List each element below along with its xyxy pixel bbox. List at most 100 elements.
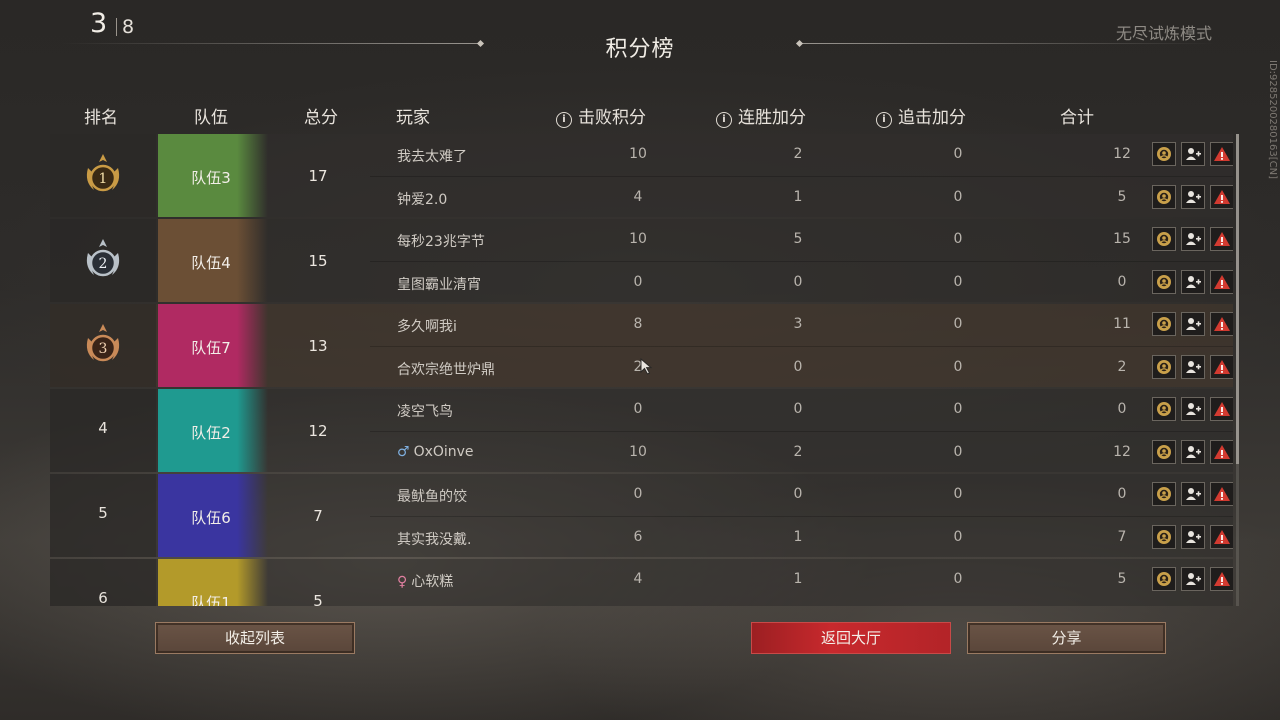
player-name: 最鱿鱼的饺 (397, 489, 467, 505)
add-friend-icon (1186, 191, 1201, 203)
header-chase-label: 追击加分 (898, 108, 966, 128)
player-name: 我去太难了 (397, 149, 467, 165)
add-friend-icon (1186, 318, 1201, 330)
add-friend-icon-button[interactable] (1181, 567, 1205, 591)
report-icon-button[interactable] (1210, 270, 1233, 294)
player-chase-score: 0 (953, 401, 963, 417)
report-icon-button[interactable] (1210, 482, 1233, 506)
add-friend-icon-button[interactable] (1181, 185, 1205, 209)
player-row[interactable]: ♀ 心软糕 4 1 0 5 (370, 559, 1233, 601)
collapse-list-button[interactable]: 收起列表 (155, 622, 355, 654)
report-icon (1214, 147, 1230, 161)
player-kill-score: 8 (633, 316, 643, 332)
player-row[interactable]: 我去太难了 10 2 0 12 (370, 134, 1233, 176)
header-total: 总分 (304, 108, 338, 128)
profile-icon-button[interactable] (1152, 525, 1176, 549)
player-row[interactable]: 合欢宗绝世炉鼎 2 0 0 2 (370, 346, 1233, 389)
player-name-cell: 凌空飞鸟 (397, 401, 453, 421)
player-name-cell: 钟爱2.0 (397, 189, 447, 209)
profile-icon-button[interactable] (1152, 567, 1176, 591)
team-block: 4 队伍2 12 凌空飞鸟 0 0 0 0 ♂ OxOinve 10 2 0 12 (50, 389, 1233, 474)
profile-icon-button[interactable] (1152, 270, 1176, 294)
add-friend-icon-button[interactable] (1181, 397, 1205, 421)
add-friend-icon-button[interactable] (1181, 270, 1205, 294)
report-icon-button[interactable] (1210, 525, 1233, 549)
back-to-lobby-button[interactable]: 返回大厅 (751, 622, 951, 654)
player-row[interactable]: ♂ OxOinve 10 2 0 12 (370, 431, 1233, 474)
player-row[interactable]: 钟爱2.0 4 1 0 5 (370, 176, 1233, 219)
profile-icon-button[interactable] (1152, 355, 1176, 379)
report-icon-button[interactable] (1210, 227, 1233, 251)
rank-number: 6 (98, 589, 108, 606)
player-kill-score: 4 (633, 189, 643, 205)
add-friend-icon-button[interactable] (1181, 355, 1205, 379)
report-icon-button[interactable] (1210, 440, 1233, 464)
profile-icon-button[interactable] (1152, 312, 1176, 336)
rank-cell: 2 (50, 219, 156, 302)
profile-icon (1157, 360, 1171, 374)
add-friend-icon-button[interactable] (1181, 440, 1205, 464)
player-streak-score: 2 (793, 146, 803, 162)
report-icon-button[interactable] (1210, 397, 1233, 421)
male-icon: ♂ (397, 444, 410, 460)
player-row[interactable]: 多久啊我i 8 3 0 11 (370, 304, 1233, 346)
total-rounds: 8 (122, 16, 135, 38)
profile-icon-button[interactable] (1152, 142, 1176, 166)
player-row[interactable]: 其实我没戴. 6 1 0 7 (370, 516, 1233, 559)
title-line-left (62, 43, 480, 44)
team-name: 队伍2 (191, 424, 231, 442)
profile-icon-button[interactable] (1152, 440, 1176, 464)
report-icon-button[interactable] (1210, 567, 1233, 591)
profile-icon-button[interactable] (1152, 482, 1176, 506)
player-sum-score: 15 (1113, 231, 1131, 247)
info-icon[interactable]: i (556, 112, 572, 128)
team-total-score: 15 (308, 252, 328, 270)
report-icon-button[interactable] (1210, 142, 1233, 166)
add-friend-icon-button[interactable] (1181, 482, 1205, 506)
add-friend-icon-button[interactable] (1181, 142, 1205, 166)
profile-icon-button[interactable] (1152, 397, 1176, 421)
info-icon[interactable]: i (876, 112, 892, 128)
scrollbar-thumb[interactable] (1236, 134, 1239, 464)
header-rank: 排名 (84, 108, 118, 128)
rank-medal-icon: 3 (86, 324, 120, 362)
add-friend-icon-button[interactable] (1181, 312, 1205, 336)
add-friend-icon-button[interactable] (1181, 227, 1205, 251)
profile-icon (1157, 232, 1171, 246)
report-icon (1214, 487, 1230, 501)
player-row[interactable]: 凌空飞鸟 0 0 0 0 (370, 389, 1233, 431)
player-id-label: ID:9285200280163[CN] (1267, 60, 1278, 179)
player-name: 多久啊我i (397, 319, 457, 335)
player-row[interactable]: 最鱿鱼的饺 0 0 0 0 (370, 474, 1233, 516)
player-sum-score: 12 (1113, 146, 1131, 162)
player-chase-score: 0 (953, 444, 963, 460)
report-icon (1214, 402, 1230, 416)
team-name: 队伍3 (191, 169, 231, 187)
report-icon-button[interactable] (1210, 185, 1233, 209)
player-streak-score: 1 (793, 529, 803, 545)
player-name: 钟爱2.0 (397, 192, 448, 208)
team-block: 3 队伍7 13 多久啊我i 8 3 0 11 合欢宗绝世炉鼎 2 0 0 2 (50, 304, 1233, 389)
player-name: 心软糕 (411, 574, 454, 590)
title-ornament-left (476, 39, 485, 48)
share-button[interactable]: 分享 (967, 622, 1166, 654)
player-row[interactable]: 每秒23兆字节 10 5 0 15 (370, 219, 1233, 261)
player-name-cell: ♀ 心软糕 (397, 571, 453, 591)
rank-cell: 6 (50, 559, 156, 606)
header-kill-label: 击败积分 (578, 108, 646, 128)
profile-icon-button[interactable] (1152, 227, 1176, 251)
profile-icon (1157, 147, 1171, 161)
player-name: 合欢宗绝世炉鼎 (397, 362, 495, 378)
header-streak-label: 连胜加分 (738, 108, 806, 128)
profile-icon-button[interactable] (1152, 185, 1176, 209)
report-icon-button[interactable] (1210, 312, 1233, 336)
rank-cell: 1 (50, 134, 156, 217)
player-sum-score: 0 (1117, 274, 1127, 290)
player-row[interactable]: 皇图霸业清宵 0 0 0 0 (370, 261, 1233, 304)
report-icon-button[interactable] (1210, 355, 1233, 379)
player-kill-score: 10 (629, 146, 647, 162)
female-icon: ♀ (397, 574, 408, 590)
add-friend-icon-button[interactable] (1181, 525, 1205, 549)
info-icon[interactable]: i (716, 112, 732, 128)
medal-rank-number: 3 (99, 341, 108, 357)
